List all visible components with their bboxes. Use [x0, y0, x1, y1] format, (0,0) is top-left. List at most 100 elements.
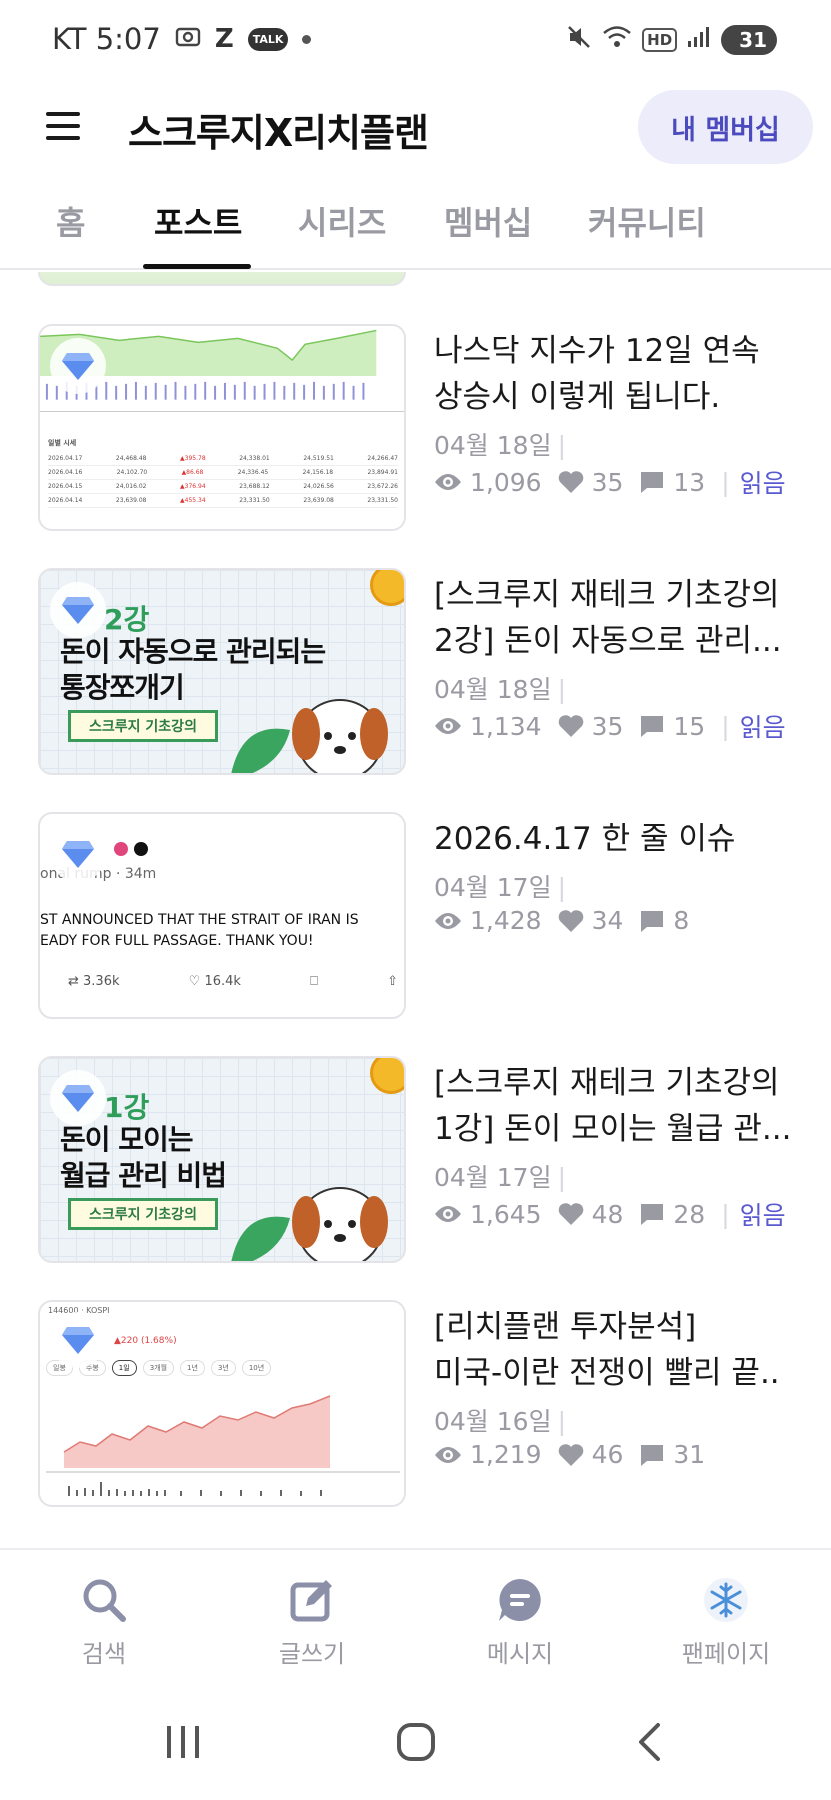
- carrier-time: KT 5:07: [52, 22, 161, 56]
- post-feed[interactable]: 일별 시세 2026.04.17 24,468.48 ▲395.78 24,338.0…: [0, 272, 831, 1547]
- like-icon: ♡ 16.4k: [188, 974, 241, 989]
- diamond-icon: [50, 826, 106, 882]
- post-stats: 1,096 35 13 | 읽음: [434, 464, 786, 500]
- menu-icon[interactable]: [46, 108, 82, 144]
- hd-icon: HD: [642, 28, 678, 52]
- bottom-navigation: 검색 글쓰기 메시지 팬페이지: [0, 1548, 831, 1688]
- search-icon: [83, 1579, 126, 1622]
- diamond-icon: [50, 338, 106, 394]
- status-bar: KT 5:07 Z TALK HD 31: [0, 0, 831, 84]
- post-thumbnail[interactable]: 144600 · KOSPI ▲220 (1.68%) 일봉 주봉 1일 3개월 1년 3…: [38, 1300, 406, 1507]
- post-date: 04월 17일 |: [434, 1163, 567, 1192]
- back-button[interactable]: [636, 1722, 664, 1766]
- views-icon: [435, 1206, 461, 1222]
- tweet-actions: ⇄ 3.36k ♡ 16.4k ⎕ ⇧: [68, 974, 398, 989]
- screenshot-icon: [175, 24, 201, 55]
- heart-icon: [558, 471, 583, 493]
- bookmark-icon: ⎕: [310, 974, 318, 989]
- post-date: 04월 16일 |: [434, 1407, 567, 1436]
- dog-mascot-icon: [231, 1187, 388, 1261]
- post-item[interactable]: onal rump · 34m ST ANNOUNCED THAT THE ST…: [0, 812, 831, 1022]
- retweet-icon: ⇄ 3.36k: [68, 974, 120, 989]
- partial-post-thumbnail[interactable]: [38, 272, 406, 286]
- active-tab-indicator: [143, 264, 251, 269]
- battery-indicator: 31: [721, 25, 777, 55]
- post-stats: 1,645 48 28 | 읽음: [434, 1196, 786, 1232]
- views-icon: [435, 1446, 461, 1463]
- views-icon: [435, 474, 461, 490]
- stock-chart: [46, 1395, 400, 1496]
- post-stats: 1,219 46 31: [434, 1440, 721, 1469]
- nav-write[interactable]: 글쓰기: [242, 1576, 382, 1669]
- nav-search[interactable]: 검색: [34, 1576, 174, 1669]
- tab-home[interactable]: 홈: [56, 198, 85, 244]
- recent-apps-button[interactable]: [164, 1722, 202, 1766]
- message-icon: [499, 1579, 541, 1621]
- tab-series[interactable]: 시리즈: [298, 198, 386, 244]
- table-title: 일별 시세: [48, 439, 77, 447]
- post-item[interactable]: 일별 시세 2026.04.17 24,468.48 ▲395.78 24,338.0…: [0, 324, 831, 534]
- post-thumbnail[interactable]: onal rump · 34m ST ANNOUNCED THAT THE ST…: [38, 812, 406, 1019]
- signal-icon: [687, 26, 711, 54]
- comment-icon: [641, 1444, 664, 1466]
- post-thumbnail[interactable]: 일별 시세 2026.04.17 24,468.48 ▲395.78 24,338.0…: [38, 324, 406, 531]
- comment-icon: [641, 1204, 664, 1225]
- system-navigation-bar: [0, 1688, 831, 1800]
- read-status: 읽음: [739, 469, 786, 498]
- heart-icon: [558, 1203, 583, 1225]
- post-date: 04월 18일 |: [434, 431, 567, 460]
- home-button[interactable]: [396, 1722, 436, 1766]
- post-thumbnail[interactable]: 2강 돈이 자동으로 관리되는 통장쪼개기 스크루지 기초강의: [38, 568, 406, 775]
- edit-icon: [290, 1580, 332, 1622]
- price-table: 일별 시세 2026.04.17 24,468.48 ▲395.78 24,338.0…: [48, 438, 398, 508]
- tab-membership[interactable]: 멤버십: [444, 198, 532, 244]
- post-title[interactable]: [스크루지 재테크 기초강의 1강] 돈이 모이는 월급 관...: [434, 1060, 814, 1152]
- nav-fanpage[interactable]: 팬페이지: [656, 1576, 796, 1669]
- follow-badge-icon: [134, 842, 148, 856]
- diamond-icon: [50, 1070, 106, 1126]
- z-app-icon: Z: [214, 24, 234, 54]
- nav-message[interactable]: 메시지: [450, 1576, 590, 1669]
- my-membership-button[interactable]: 내 멤버십: [638, 90, 813, 164]
- heart-icon: [558, 1443, 583, 1466]
- comment-icon: [641, 716, 664, 737]
- notification-dot-icon: [302, 34, 312, 44]
- table-row: 2026.04.15 24,016.02 ▲376.94 23,688.12 24,02…: [48, 480, 398, 494]
- status-left: KT 5:07 Z TALK: [52, 22, 312, 56]
- post-item[interactable]: 144600 · KOSPI ▲220 (1.68%) 일봉 주봉 1일 3개월 1년 3…: [0, 1300, 831, 1510]
- views-icon: [435, 718, 461, 734]
- snowflake-icon: [704, 1578, 748, 1622]
- tab-posts[interactable]: 포스트: [154, 198, 242, 244]
- post-stats: 1,428 34 8: [434, 906, 705, 935]
- status-right: HD 31: [566, 24, 777, 56]
- share-icon: ⇧: [387, 974, 398, 989]
- diamond-icon: [50, 582, 106, 638]
- page-title: 스크루지X리치플랜: [128, 111, 429, 155]
- table-row: 2026.04.16 24,102.70 ▲86.68 24,336.45 24,156…: [48, 466, 398, 480]
- verified-badge-icon: [114, 842, 128, 856]
- wifi-icon: [602, 25, 632, 55]
- post-thumbnail[interactable]: 1강 돈이 모이는 월급 관리 비법 스크루지 기초강의: [38, 1056, 406, 1263]
- table-row: 2026.04.17 24,468.48 ▲395.78 24,338.01 24,51…: [48, 452, 398, 466]
- diamond-icon: [50, 1312, 106, 1368]
- post-item[interactable]: 2강 돈이 자동으로 관리되는 통장쪼개기 스크루지 기초강의 [스크루지 재테크…: [0, 568, 831, 778]
- mute-icon: [566, 24, 592, 56]
- post-title[interactable]: [리치플랜 투자분석] 미국-이란 전쟁이 빨리 끝..: [434, 1304, 814, 1396]
- post-title[interactable]: 나스닥 지수가 12일 연속 상승시 이렇게 됩니다.: [434, 328, 814, 420]
- post-date: 04월 17일 |: [434, 873, 567, 902]
- post-stats: 1,134 35 15 | 읽음: [434, 708, 786, 744]
- post-item[interactable]: 1강 돈이 모이는 월급 관리 비법 스크루지 기초강의 [스크루지 재테크 기초…: [0, 1056, 831, 1266]
- table-row: 2026.04.14 23,639.08 ▲455.34 23,331.50 23,63…: [48, 494, 398, 508]
- post-date: 04월 18일 |: [434, 675, 567, 704]
- post-title[interactable]: [스크루지 재테크 기초강의 2강] 돈이 자동으로 관리...: [434, 572, 814, 664]
- post-title[interactable]: 2026.4.17 한 줄 이슈: [434, 816, 814, 862]
- heart-icon: [558, 909, 583, 932]
- read-status: 읽음: [739, 713, 786, 742]
- views-icon: [435, 912, 461, 929]
- app-bar: 스크루지X리치플랜 내 멤버십: [0, 84, 831, 184]
- kakaotalk-icon: TALK: [247, 27, 289, 51]
- tab-community[interactable]: 커뮤니티: [588, 198, 706, 244]
- comment-icon: [641, 910, 664, 932]
- heart-icon: [558, 715, 583, 737]
- comment-icon: [641, 472, 664, 493]
